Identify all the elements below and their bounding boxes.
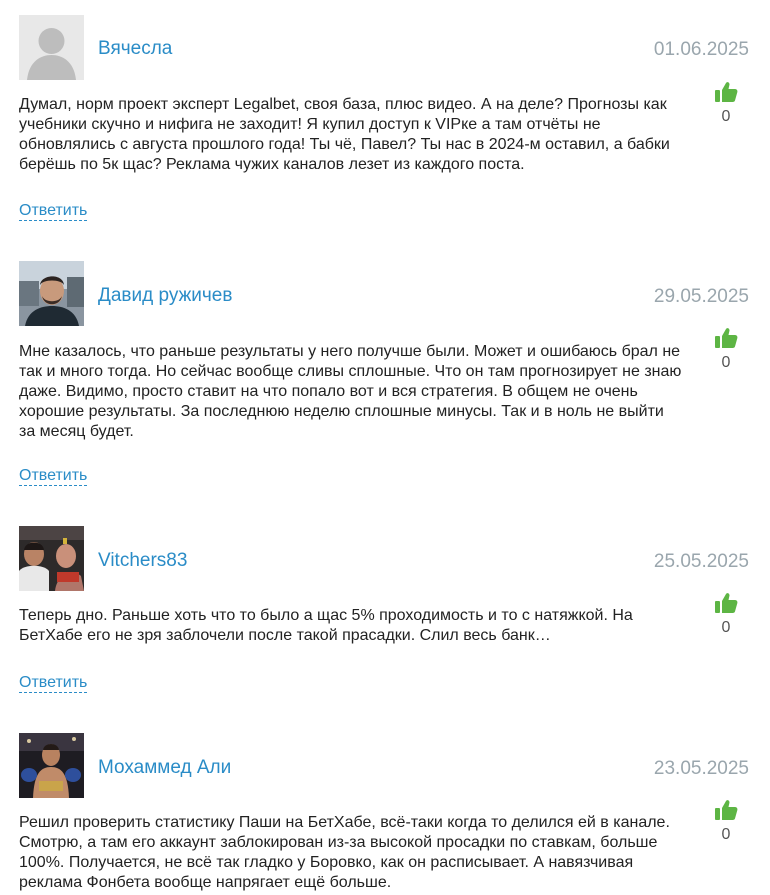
thumbs-up-icon[interactable]	[714, 799, 738, 821]
thumbs-up-icon[interactable]	[714, 81, 738, 103]
thumbs-up-icon[interactable]	[714, 327, 738, 349]
vote-block: 0	[712, 81, 740, 126]
comment-author[interactable]: Мохаммед Али	[98, 757, 231, 779]
reply-link[interactable]: Ответить	[19, 202, 88, 221]
reply-link[interactable]: Ответить	[19, 674, 88, 693]
comment-date: 25.05.2025	[653, 551, 749, 572]
vote-count: 0	[721, 619, 731, 636]
avatar	[19, 261, 84, 326]
comment-text: Теперь дно. Раньше хоть что то было а ща…	[19, 607, 633, 644]
comment-date: 23.05.2025	[653, 758, 749, 779]
thumbs-up-icon[interactable]	[714, 592, 738, 614]
boxer-photo-icon	[19, 733, 84, 798]
vote-count: 0	[721, 826, 731, 843]
avatar	[19, 15, 84, 80]
vote-count: 0	[721, 354, 731, 371]
comment-text: Мне казалось, что раньше результаты у не…	[19, 343, 682, 440]
vote-block: 0	[712, 327, 740, 372]
default-avatar-icon	[19, 15, 84, 80]
user-photo-icon	[19, 261, 84, 326]
comment-date: 01.06.2025	[653, 39, 749, 60]
comment-text: Решил проверить статистику Паши на БетХа…	[19, 814, 670, 891]
comment-author[interactable]: Вячесла	[98, 38, 172, 60]
reply-link[interactable]: Ответить	[19, 467, 88, 486]
comment-author[interactable]: Давид ружичев	[98, 285, 232, 307]
comment-text: Думал, норм проект эксперт Legalbet, сво…	[19, 96, 670, 173]
vote-block: 0	[712, 799, 740, 844]
fighters-photo-icon	[19, 526, 84, 591]
vote-block: 0	[712, 592, 740, 637]
comment-author[interactable]: Vitchers83	[98, 550, 187, 572]
avatar	[19, 526, 84, 591]
avatar	[19, 733, 84, 798]
comment-date: 29.05.2025	[653, 286, 749, 307]
vote-count: 0	[721, 108, 731, 125]
